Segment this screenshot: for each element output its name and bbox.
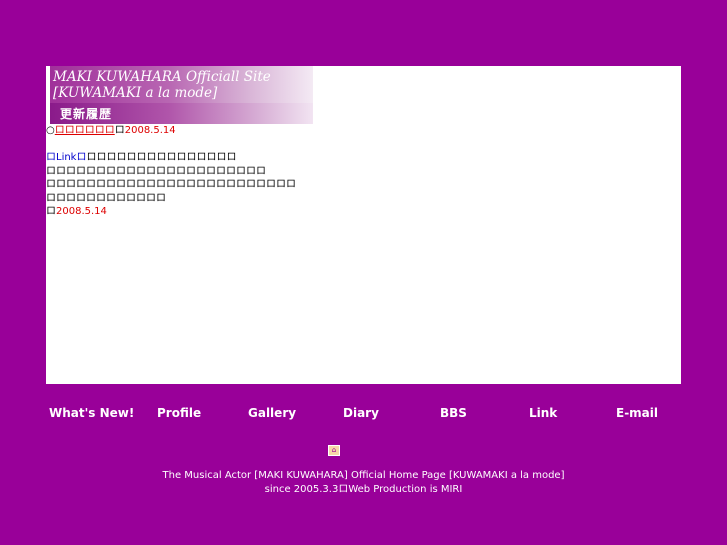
list-item: ロLinkロロロロロロロロロロロロロロロロ ロロロロロロロロロロロロロロロロロロ… bbox=[46, 151, 646, 219]
banner-title: MAKI KUWAHARA Officiall Site [KUWAMAKI a… bbox=[53, 69, 271, 101]
entry-text: ロロロロロロロロロロロロロロロ bbox=[86, 152, 237, 163]
entry-title-link[interactable]: ロロロロロロ bbox=[55, 125, 115, 136]
footer: The Musical Actor [MAKI KUWAHARA] Offici… bbox=[0, 469, 727, 497]
section-header-strip: 更新履歴 bbox=[50, 103, 313, 124]
site-banner: MAKI KUWAHARA Officiall Site [KUWAMAKI a… bbox=[50, 66, 313, 124]
entry-line: ロ2008.5.14 bbox=[46, 205, 646, 219]
section-title: 更新履歴 bbox=[60, 107, 113, 121]
list-item: ○ロロロロロロロ2008.5.14 bbox=[46, 124, 646, 138]
entry-date: 2008.5.14 bbox=[124, 125, 176, 136]
nav-email[interactable]: E-mail bbox=[616, 406, 658, 420]
nav-diary[interactable]: Diary bbox=[343, 406, 379, 420]
entry-line: ロLinkロロロロロロロロロロロロロロロロ bbox=[46, 151, 646, 165]
footer-line1: The Musical Actor [MAKI KUWAHARA] Offici… bbox=[162, 470, 565, 481]
entry-date-prefix: ロ bbox=[46, 206, 56, 217]
update-history-list: ○ロロロロロロロ2008.5.14 ロLinkロロロロロロロロロロロロロロロロ … bbox=[46, 124, 646, 232]
nav-bbs[interactable]: BBS bbox=[440, 406, 467, 420]
nav-whats-new[interactable]: What's New! bbox=[49, 406, 134, 420]
banner-title-line2: [KUWAMAKI a la mode] bbox=[53, 85, 218, 101]
footer-line2: since 2005.3.3ロWeb Production is MIRI bbox=[264, 484, 463, 495]
entry-separator: ロ bbox=[114, 125, 125, 136]
home-icon[interactable]: ⌂ bbox=[328, 445, 340, 456]
entry-text: ロロロロロロロロロロロロロロロロロロロロロロロロロ bbox=[46, 179, 296, 190]
banner-title-line1: MAKI KUWAHARA Officiall Site bbox=[53, 69, 271, 85]
bullet-icon: ○ bbox=[46, 125, 55, 136]
main-navigation: What's New! Profile Gallery Diary BBS Li… bbox=[46, 406, 681, 424]
entry-text: ロロロロロロロロロロロロロロロロロロロロロロ bbox=[46, 165, 266, 177]
entry-date: 2008.5.14 bbox=[56, 206, 107, 217]
nav-gallery[interactable]: Gallery bbox=[248, 406, 296, 420]
content-panel: MAKI KUWAHARA Officiall Site [KUWAMAKI a… bbox=[46, 66, 681, 384]
nav-profile[interactable]: Profile bbox=[157, 406, 201, 420]
entry-link-tag[interactable]: ロLinkロ bbox=[46, 152, 86, 163]
entry-text: ロロロロロロロロロロロロ bbox=[46, 192, 166, 204]
nav-link[interactable]: Link bbox=[529, 406, 557, 420]
